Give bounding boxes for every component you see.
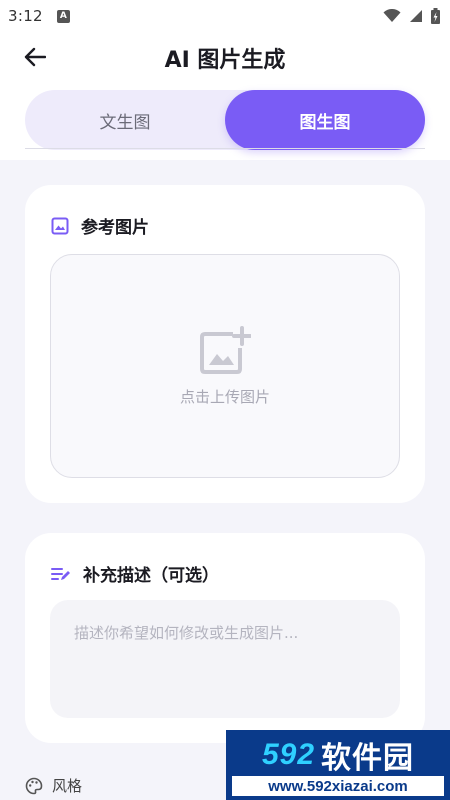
- status-time: 3:12: [8, 7, 43, 25]
- page-title: AI 图片生成: [164, 48, 286, 73]
- app-bar: AI 图片生成: [0, 32, 450, 82]
- reference-image-card: 参考图片 点击上传图片: [25, 185, 425, 503]
- mode-tabs: 文生图 图生图: [25, 90, 425, 150]
- watermark-name: 软件园: [321, 742, 415, 775]
- tabs-divider: [25, 148, 425, 149]
- edit-note-icon: [51, 567, 70, 580]
- notification-badge: A: [56, 9, 70, 23]
- tab-image-to-image[interactable]: 图生图: [225, 90, 425, 150]
- description-card-header: 补充描述（可选）: [51, 561, 219, 586]
- style-section-header: 风格: [25, 775, 82, 796]
- palette-icon: [25, 777, 43, 794]
- description-card: 补充描述（可选）: [25, 533, 425, 743]
- signal-icon: [410, 10, 422, 22]
- status-icons: [383, 8, 440, 24]
- reference-card-title: 参考图片: [81, 218, 149, 238]
- style-label: 风格: [52, 777, 83, 795]
- battery-icon: [431, 8, 440, 24]
- description-card-title: 补充描述（可选）: [83, 566, 219, 586]
- upload-label: 点击上传图片: [179, 387, 270, 406]
- wifi-icon: [383, 9, 401, 22]
- watermark-url: www.592xiazai.com: [232, 776, 444, 796]
- site-watermark: 592 软件园 www.592xiazai.com: [226, 730, 450, 800]
- watermark-number: 592: [261, 738, 316, 771]
- upload-image-area[interactable]: 点击上传图片: [50, 254, 400, 478]
- description-input[interactable]: [50, 600, 400, 718]
- status-bar: 3:12 A: [0, 0, 450, 32]
- image-icon: [51, 217, 69, 234]
- watermark-brand: 592 软件园: [226, 734, 450, 776]
- tab-text-to-image[interactable]: 文生图: [25, 90, 225, 150]
- reference-card-header: 参考图片: [51, 213, 149, 238]
- add-photo-icon: [200, 325, 251, 374]
